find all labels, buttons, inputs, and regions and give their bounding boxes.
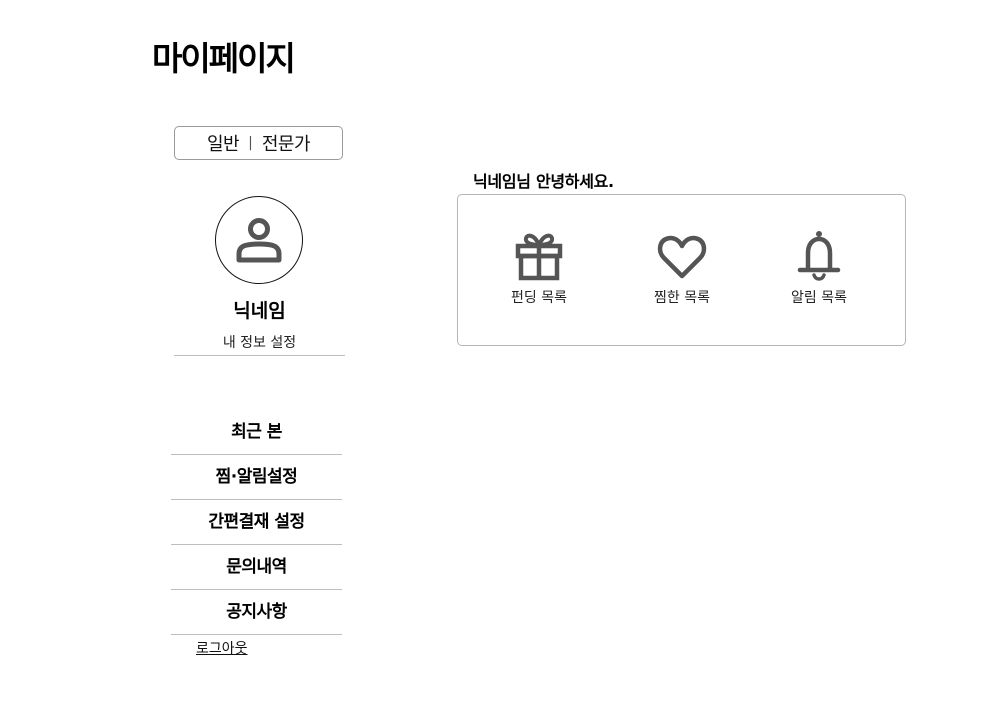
sidebar-menu: 최근 본 찜·알림설정 간편결재 설정 문의내역 공지사항 [171, 410, 342, 635]
shortcut-label: 찜한 목록 [654, 290, 710, 306]
shortcut-card: 펀딩 목록 찜한 목록 알림 목록 [457, 194, 906, 346]
gift-icon [515, 233, 563, 281]
mode-separator: | [248, 135, 253, 151]
profile-nickname: 닉네임 [233, 300, 286, 322]
user-icon [236, 218, 282, 263]
mode-expert-tab[interactable]: 전문가 [262, 130, 311, 156]
greeting-text: 닉네임님 안녕하세요. [473, 172, 614, 191]
avatar[interactable] [215, 196, 303, 284]
logout-link[interactable]: 로그아웃 [196, 638, 248, 658]
menu-item-inquiries[interactable]: 문의내역 [171, 545, 342, 590]
mode-general-tab[interactable]: 일반 [207, 130, 240, 156]
shortcut-label: 알림 목록 [791, 290, 847, 306]
menu-item-recent[interactable]: 최근 본 [171, 410, 342, 455]
funding-list-shortcut[interactable]: 펀딩 목록 [479, 229, 599, 307]
profile-settings-link[interactable]: 내 정보 설정 [174, 332, 345, 356]
page-title: 마이페이지 [152, 39, 296, 78]
menu-item-wishlist-alert-settings[interactable]: 찜·알림설정 [171, 455, 342, 500]
mode-toggle: 일반 | 전문가 [174, 126, 343, 160]
alert-list-shortcut[interactable]: 알림 목록 [759, 229, 879, 307]
wishlist-shortcut[interactable]: 찜한 목록 [622, 229, 742, 307]
menu-item-notices[interactable]: 공지사항 [171, 590, 342, 635]
menu-item-quick-payment-settings[interactable]: 간편결재 설정 [171, 500, 342, 545]
bell-icon [797, 231, 841, 281]
heart-icon [657, 235, 707, 279]
shortcut-label: 펀딩 목록 [511, 290, 567, 306]
